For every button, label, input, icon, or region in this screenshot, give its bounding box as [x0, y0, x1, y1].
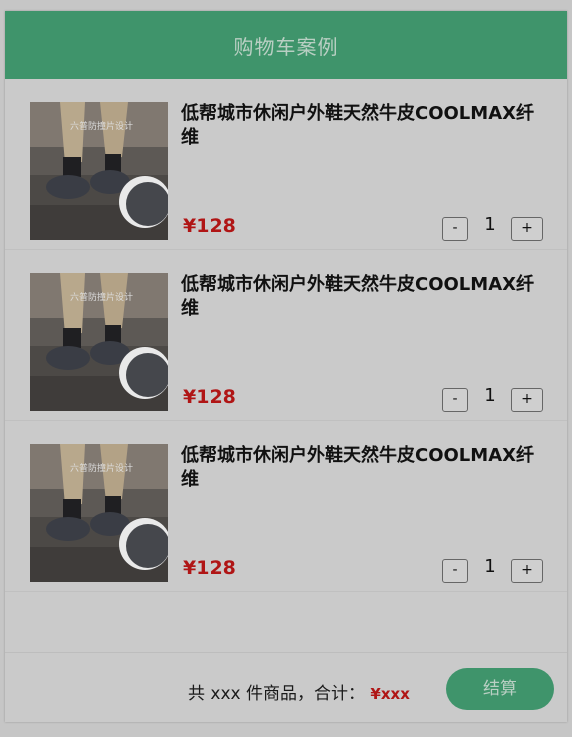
product-title: 低帮城市休闲户外鞋天然牛皮COOLMAX纤维: [181, 103, 535, 148]
image-overlay-text: 六普防撞片设计: [70, 291, 133, 303]
product-price: ¥128: [183, 557, 236, 579]
image-overlay-text: 六普防撞片设计: [70, 120, 133, 132]
quantity-value: 1: [484, 385, 496, 406]
quantity-value: 1: [484, 214, 496, 235]
cart-item: 六普防撞片设计 低帮城市休闲户外鞋天然牛皮COOLMAX纤维 ¥128 - 1 …: [5, 250, 567, 421]
header-bar: 购物车案例: [5, 11, 567, 79]
product-image: 六普防撞片设计: [30, 444, 168, 582]
product-image: 六普防撞片设计: [30, 102, 168, 240]
decrease-quantity-button[interactable]: -: [442, 217, 468, 241]
summary-text: 共 xxx 件商品，合计：: [188, 684, 365, 704]
increase-quantity-button[interactable]: +: [511, 217, 543, 241]
cart-item: 六普防撞片设计 低帮城市休闲户外鞋天然牛皮COOLMAX纤维 ¥128 - 1 …: [5, 421, 567, 592]
product-image: 六普防撞片设计: [30, 273, 168, 411]
increase-quantity-button[interactable]: +: [511, 388, 543, 412]
product-title: 低帮城市休闲户外鞋天然牛皮COOLMAX纤维: [181, 274, 535, 319]
product-title: 低帮城市休闲户外鞋天然牛皮COOLMAX纤维: [181, 445, 535, 490]
total-price: ¥xxx: [370, 685, 410, 703]
cart-item: 六普防撞片设计 低帮城市休闲户外鞋天然牛皮COOLMAX纤维 ¥128 - 1 …: [5, 79, 567, 250]
page-title: 购物车案例: [233, 34, 339, 59]
cart-footer: 共 xxx 件商品，合计： ¥xxx 结算: [5, 652, 567, 722]
checkout-button[interactable]: 结算: [446, 668, 554, 710]
cart-app: 购物车案例 六普防撞片设计 低帮城市休闲户外鞋天然牛皮COOLMAX纤维 ¥12…: [5, 11, 567, 722]
decrease-quantity-button[interactable]: -: [442, 388, 468, 412]
increase-quantity-button[interactable]: +: [511, 559, 543, 583]
product-price: ¥128: [183, 215, 236, 237]
image-overlay-text: 六普防撞片设计: [70, 462, 133, 474]
cart-summary: 共 xxx 件商品，合计： ¥xxx: [188, 679, 410, 704]
product-price: ¥128: [183, 386, 236, 408]
quantity-value: 1: [484, 556, 496, 577]
decrease-quantity-button[interactable]: -: [442, 559, 468, 583]
